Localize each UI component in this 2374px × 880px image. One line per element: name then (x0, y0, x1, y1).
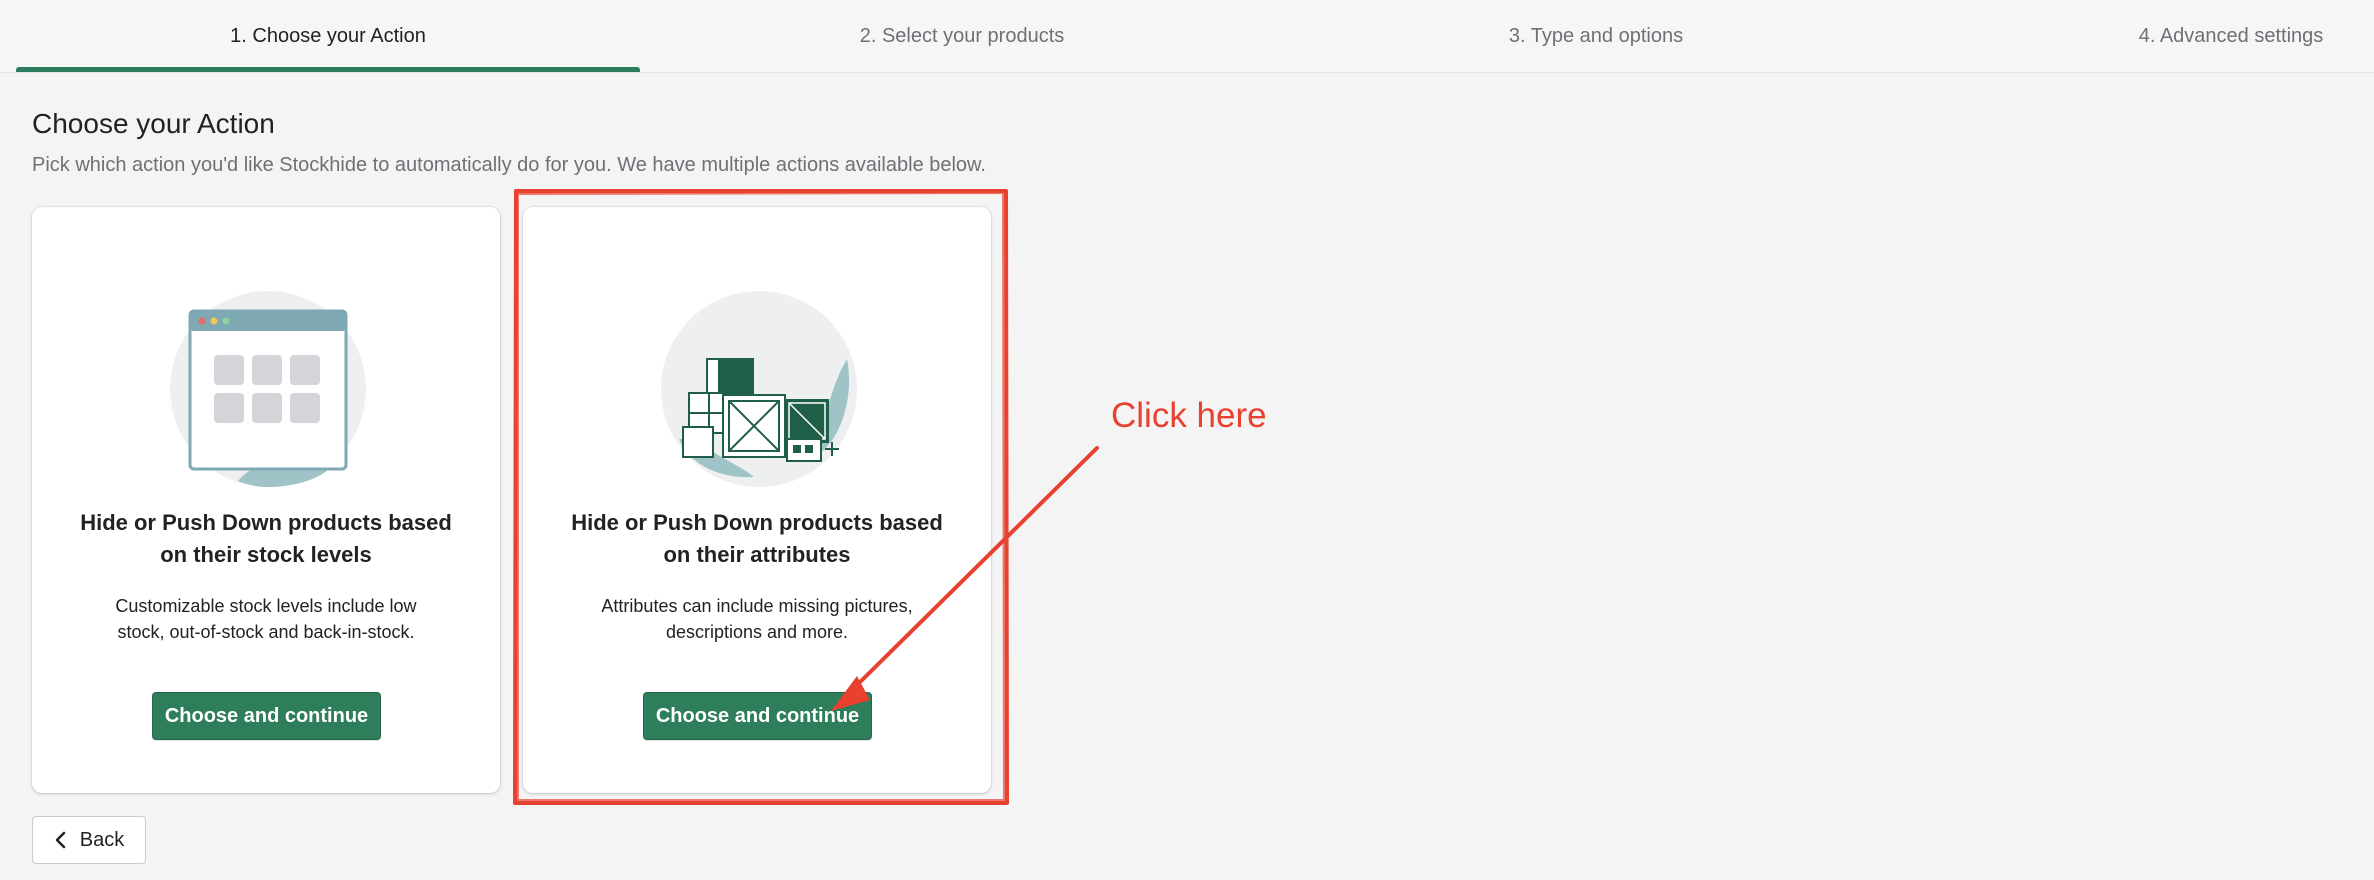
tab-label: 1. Choose your Action (230, 24, 426, 47)
card-description: Customizable stock levels include low st… (115, 596, 417, 642)
page-subtitle: Pick which action you'd like Stockhide t… (32, 154, 986, 176)
card-title: Hide or Push Down products based on thei… (571, 510, 943, 567)
choose-continue-button-stock[interactable]: Choose and continue (152, 692, 381, 740)
tab-choose-action[interactable]: 1. Choose your Action (16, 0, 640, 72)
card-title: Hide or Push Down products based on thei… (80, 510, 452, 567)
tab-label: 3. Type and options (1508, 24, 1684, 47)
back-button-label: Back (79, 828, 125, 851)
boxes-illustration (661, 291, 857, 487)
chevron-left-icon (55, 831, 66, 849)
action-card-attributes: Hide or Push Down products based on thei… (523, 207, 991, 793)
tab-advanced-settings[interactable]: 4. Advanced settings (2016, 0, 2374, 72)
annotation-label: Click here (1111, 396, 1267, 435)
action-card-stock-levels: Hide or Push Down products based on thei… (32, 207, 500, 793)
card-description: Attributes can include missing pictures,… (601, 596, 913, 642)
tab-label: 2. Select your products (859, 24, 1065, 47)
active-tab-indicator (16, 67, 640, 72)
choose-continue-button-attributes[interactable]: Choose and continue (643, 692, 872, 740)
browser-grid-illustration (170, 291, 366, 487)
page-title: Choose your Action (32, 108, 275, 139)
step-tabs: 1. Choose your Action 2. Select your pro… (0, 0, 2374, 73)
tab-label: 4. Advanced settings (2138, 24, 2324, 47)
back-button[interactable]: Back (32, 816, 146, 864)
tab-type-options[interactable]: 3. Type and options (1284, 0, 1908, 72)
tab-select-products[interactable]: 2. Select your products (640, 0, 1284, 72)
